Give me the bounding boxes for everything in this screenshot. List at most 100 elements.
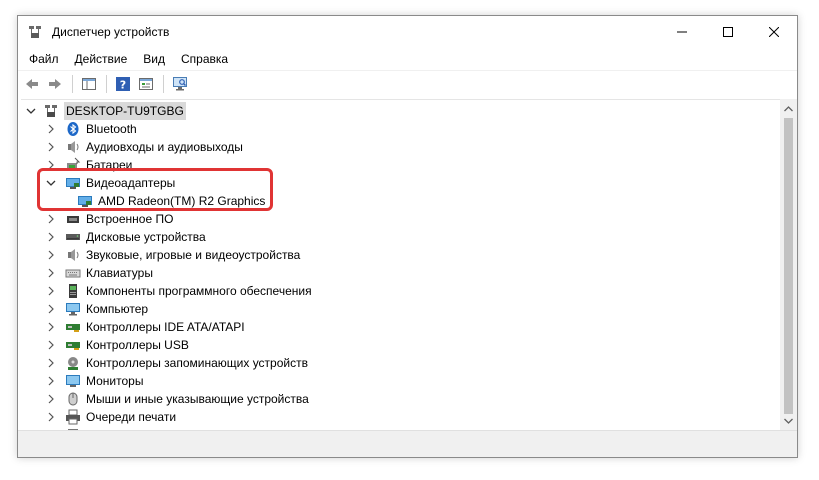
scroll-down-button[interactable] [780, 412, 797, 429]
toolbar-separator [163, 75, 164, 93]
maximize-button[interactable] [705, 16, 751, 48]
toolbar-separator [106, 75, 107, 93]
tree-item-bluetooth[interactable]: Bluetooth [45, 120, 137, 138]
tree-item-audio-io[interactable]: Аудиовходы и аудиовыходы [45, 138, 243, 156]
toolbar: ? [18, 70, 797, 97]
tree-item-firmware[interactable]: Встроенное ПО [45, 210, 173, 228]
menu-view[interactable]: Вид [135, 49, 173, 69]
menu-help[interactable]: Справка [173, 49, 236, 69]
chevron-right-icon[interactable] [45, 303, 57, 315]
tree-item-monitors[interactable]: Мониторы [45, 372, 143, 390]
tree-item-keyboards[interactable]: Клавиатуры [45, 264, 153, 282]
window-title: Диспетчер устройств [52, 25, 170, 39]
chevron-right-icon[interactable] [45, 249, 57, 261]
close-button[interactable] [751, 16, 797, 48]
tree-item-computer[interactable]: Компьютер [45, 300, 148, 318]
chevron-right-icon[interactable] [45, 321, 57, 333]
ide-controller-icon [65, 319, 81, 335]
minimize-button[interactable] [659, 16, 705, 48]
software-component-icon [65, 283, 81, 299]
scrollbar-thumb[interactable] [784, 118, 793, 414]
arrow-left-icon [26, 79, 38, 89]
sound-icon [65, 247, 81, 263]
firmware-icon [65, 211, 81, 227]
tree-root[interactable]: DESKTOP-TU9TGBG [25, 102, 186, 120]
keyboard-icon [65, 265, 81, 281]
chevron-right-icon[interactable] [45, 123, 57, 135]
tree-item-label: Клавиатуры [86, 266, 153, 280]
menu-file[interactable]: Файл [21, 49, 67, 69]
chevron-right-icon[interactable] [45, 375, 57, 387]
tree-item-label: Встроенное ПО [86, 212, 174, 226]
storage-controller-icon [65, 355, 81, 371]
chevron-right-icon[interactable] [45, 213, 57, 225]
tree-item-label: Контроллеры IDE ATA/ATAPI [86, 320, 245, 334]
monitor-icon [65, 373, 81, 389]
show-hide-console-tree-button[interactable] [78, 73, 100, 95]
tree-item-storage-controllers[interactable]: Контроллеры запоминающих устройств [45, 354, 308, 372]
chevron-right-icon[interactable] [45, 141, 57, 153]
scroll-up-icon [784, 105, 793, 111]
tree-item-label: Компьютер [86, 302, 149, 316]
tree-item-label: Звуковые, игровые и видеоустройства [86, 248, 301, 262]
scan-hardware-icon [173, 77, 187, 91]
tree-item-software-components[interactable]: Компоненты программного обеспечения [45, 282, 312, 300]
bluetooth-icon [65, 121, 81, 137]
tree-item-sound-video-game[interactable]: Звуковые, игровые и видеоустройства [45, 246, 300, 264]
tree-item-disk-drives[interactable]: Дисковые устройства [45, 228, 206, 246]
minimize-icon [677, 31, 687, 33]
tree-item-label: Очереди печати [86, 410, 177, 424]
properties-icon [139, 78, 153, 90]
tree-item-print-queues[interactable]: Очереди печати [45, 408, 176, 426]
mouse-icon [65, 391, 81, 407]
chevron-right-icon[interactable] [45, 267, 57, 279]
chevron-right-icon[interactable] [45, 411, 57, 423]
scan-hardware-button[interactable] [169, 73, 191, 95]
help-button[interactable]: ? [112, 73, 134, 95]
menu-bar: Файл Действие Вид Справка [18, 48, 797, 70]
chevron-right-icon[interactable] [45, 339, 57, 351]
computer-icon [65, 301, 81, 317]
tree-item-label: Мониторы [86, 374, 144, 388]
chevron-right-icon[interactable] [45, 285, 57, 297]
chevron-right-icon[interactable] [45, 357, 57, 369]
tree-item-label: Аудиовходы и аудиовыходы [86, 140, 243, 154]
help-icon: ? [116, 77, 130, 92]
tree-item-label: Дисковые устройства [86, 230, 206, 244]
tree-item-usb-controllers[interactable]: Контроллеры USB [45, 336, 189, 354]
device-manager-app-icon [29, 26, 41, 38]
maximize-icon [723, 27, 733, 37]
computer-icon [43, 103, 59, 119]
speaker-icon [65, 139, 81, 155]
tree-item-label: Контроллеры USB [86, 338, 189, 352]
title-bar[interactable]: Диспетчер устройств [18, 16, 797, 48]
chevron-right-icon[interactable] [45, 231, 57, 243]
svg-text:?: ? [120, 79, 126, 92]
usb-icon [65, 337, 81, 353]
tree-item-label: Мыши и иные указывающие устройства [86, 392, 309, 406]
scroll-down-icon [784, 418, 793, 424]
console-tree-icon [82, 78, 96, 90]
computer-name: DESKTOP-TU9TGBG [64, 102, 186, 120]
tree-item-ide-controllers[interactable]: Контроллеры IDE ATA/ATAPI [45, 318, 245, 336]
printer-icon [65, 409, 81, 425]
arrow-right-icon [49, 79, 61, 89]
menu-action[interactable]: Действие [67, 49, 136, 69]
tree-item-label: Bluetooth [86, 122, 137, 136]
forward-button[interactable] [44, 73, 66, 95]
properties-button[interactable] [135, 73, 157, 95]
tree-item-label: Компоненты программного обеспечения [86, 284, 312, 298]
device-manager-window: Диспетчер устройств Файл Действие Вид Сп… [17, 15, 798, 458]
chevron-down-icon[interactable] [25, 105, 37, 117]
status-bar [18, 430, 797, 457]
close-icon [769, 27, 779, 37]
back-button[interactable] [21, 73, 43, 95]
disk-icon [65, 229, 81, 245]
scroll-up-button[interactable] [780, 100, 797, 117]
vertical-scrollbar[interactable] [780, 99, 797, 430]
chevron-right-icon[interactable] [45, 393, 57, 405]
tree-item-mice[interactable]: Мыши и иные указывающие устройства [45, 390, 309, 408]
tree-item-label: Контроллеры запоминающих устройств [86, 356, 308, 370]
highlight-box [37, 168, 273, 211]
toolbar-separator [72, 75, 73, 93]
